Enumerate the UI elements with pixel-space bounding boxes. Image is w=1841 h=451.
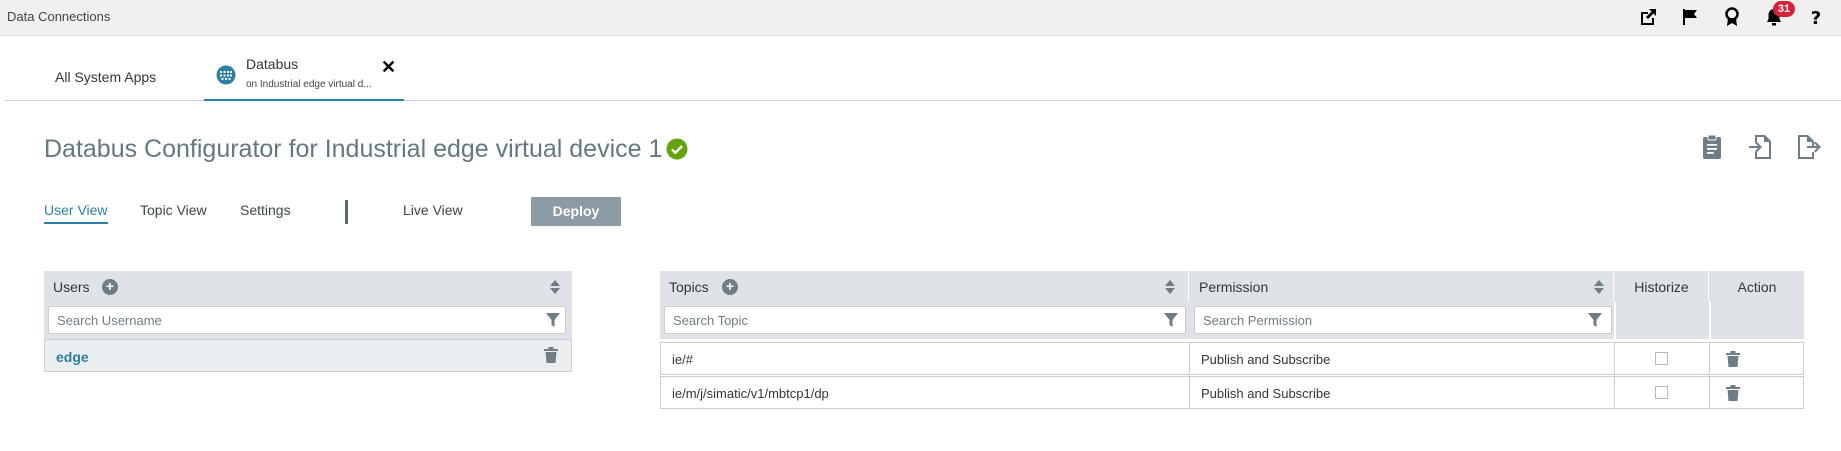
permission-column-header: Permission: [1190, 271, 1614, 302]
filter-divider: [1709, 302, 1711, 339]
action-cell: [1710, 377, 1803, 408]
page-title: Databus Configurator for Industrial edge…: [44, 135, 663, 163]
topics-column-header: Topics +: [660, 271, 1189, 302]
tab-divider: [345, 200, 348, 224]
tab-databus-subtitle: on Industrial edge virtual d...: [246, 79, 372, 90]
filter-divider: [1614, 302, 1616, 339]
tab-live-view[interactable]: Live View: [403, 202, 463, 218]
users-header: Users +: [44, 271, 572, 302]
svg-text:?: ?: [1811, 8, 1821, 28]
notification-badge: 31: [1773, 1, 1795, 17]
search-username-input[interactable]: [48, 306, 566, 334]
permission-sort-icon[interactable]: [1594, 280, 1604, 294]
app-title: Data Connections: [7, 9, 111, 24]
topics-sort-icon[interactable]: [1165, 280, 1175, 294]
tab-user-view[interactable]: User View: [44, 202, 108, 224]
clipboard-icon[interactable]: [1699, 133, 1725, 161]
table-row[interactable]: ie/# Publish and Subscribe: [660, 342, 1804, 375]
help-icon[interactable]: ?: [1805, 6, 1827, 29]
export-icon[interactable]: [1795, 133, 1821, 161]
topics-filter-row: [660, 302, 1804, 339]
topic-cell: ie/m/j/simatic/v1/mbtcp1/dp: [661, 377, 1190, 408]
users-sort-icon[interactable]: [550, 280, 560, 294]
bell-icon[interactable]: 31: [1763, 1, 1795, 28]
users-filter-row: [44, 302, 572, 339]
app-tabs: All System Apps Databus on Industrial ed…: [5, 36, 1841, 101]
add-topic-plus-icon[interactable]: +: [722, 279, 738, 295]
historize-column-header: Historize: [1615, 271, 1709, 302]
top-bar-icons: 31 ?: [1637, 1, 1827, 29]
top-bar: Data Connections 31 ?: [0, 0, 1841, 36]
import-icon[interactable]: [1747, 133, 1773, 161]
historize-checkbox[interactable]: [1655, 386, 1668, 399]
historize-checkbox[interactable]: [1655, 352, 1668, 365]
databus-app-icon: [216, 65, 236, 85]
close-tab-icon[interactable]: ✕: [381, 57, 396, 78]
permission-cell: Publish and Subscribe: [1190, 343, 1615, 374]
user-row[interactable]: edge: [44, 339, 572, 372]
search-topic-input[interactable]: [664, 306, 1186, 334]
tab-databus-name: Databus: [246, 56, 299, 72]
topics-header: Topics + Permission Historize Action: [660, 271, 1804, 302]
topics-header-label: Topics: [669, 279, 709, 295]
tab-all-system-apps[interactable]: All System Apps: [55, 69, 156, 85]
users-header-label: Users: [53, 279, 90, 295]
historize-cell: [1615, 343, 1710, 374]
external-link-icon[interactable]: [1637, 6, 1659, 28]
action-cell: [1710, 343, 1803, 374]
permission-filter-icon[interactable]: [1588, 313, 1602, 327]
status-check-icon: [666, 138, 688, 160]
delete-topic-trash-icon[interactable]: [1726, 351, 1740, 367]
add-user-plus-icon[interactable]: +: [102, 279, 118, 295]
flag-icon[interactable]: [1679, 6, 1701, 28]
users-filter-icon[interactable]: [546, 313, 560, 327]
delete-topic-trash-icon[interactable]: [1726, 385, 1740, 401]
tab-databus[interactable]: Databus on Industrial edge virtual d... …: [204, 36, 404, 101]
historize-cell: [1615, 377, 1710, 408]
permission-cell: Publish and Subscribe: [1190, 377, 1615, 408]
action-column-header: Action: [1710, 271, 1804, 302]
tab-topic-view[interactable]: Topic View: [140, 202, 207, 218]
award-icon[interactable]: [1721, 6, 1743, 28]
page-actions: [1699, 133, 1821, 161]
users-table: Users + edge: [44, 271, 572, 372]
topics-filter-icon[interactable]: [1164, 313, 1178, 327]
topics-table: Topics + Permission Historize Action Sea…: [660, 271, 1804, 409]
delete-user-trash-icon[interactable]: [544, 347, 558, 363]
user-name[interactable]: edge: [56, 349, 89, 365]
historize-header-label: Historize: [1634, 279, 1689, 295]
search-permission-input[interactable]: [1194, 306, 1612, 334]
tab-settings[interactable]: Settings: [240, 202, 291, 218]
permission-header-label: Permission: [1199, 279, 1269, 295]
deploy-button[interactable]: Deploy: [531, 197, 621, 226]
table-row[interactable]: ie/m/j/simatic/v1/mbtcp1/dp Publish and …: [660, 376, 1804, 409]
topic-cell: ie/#: [661, 343, 1190, 374]
action-header-label: Action: [1737, 279, 1777, 295]
